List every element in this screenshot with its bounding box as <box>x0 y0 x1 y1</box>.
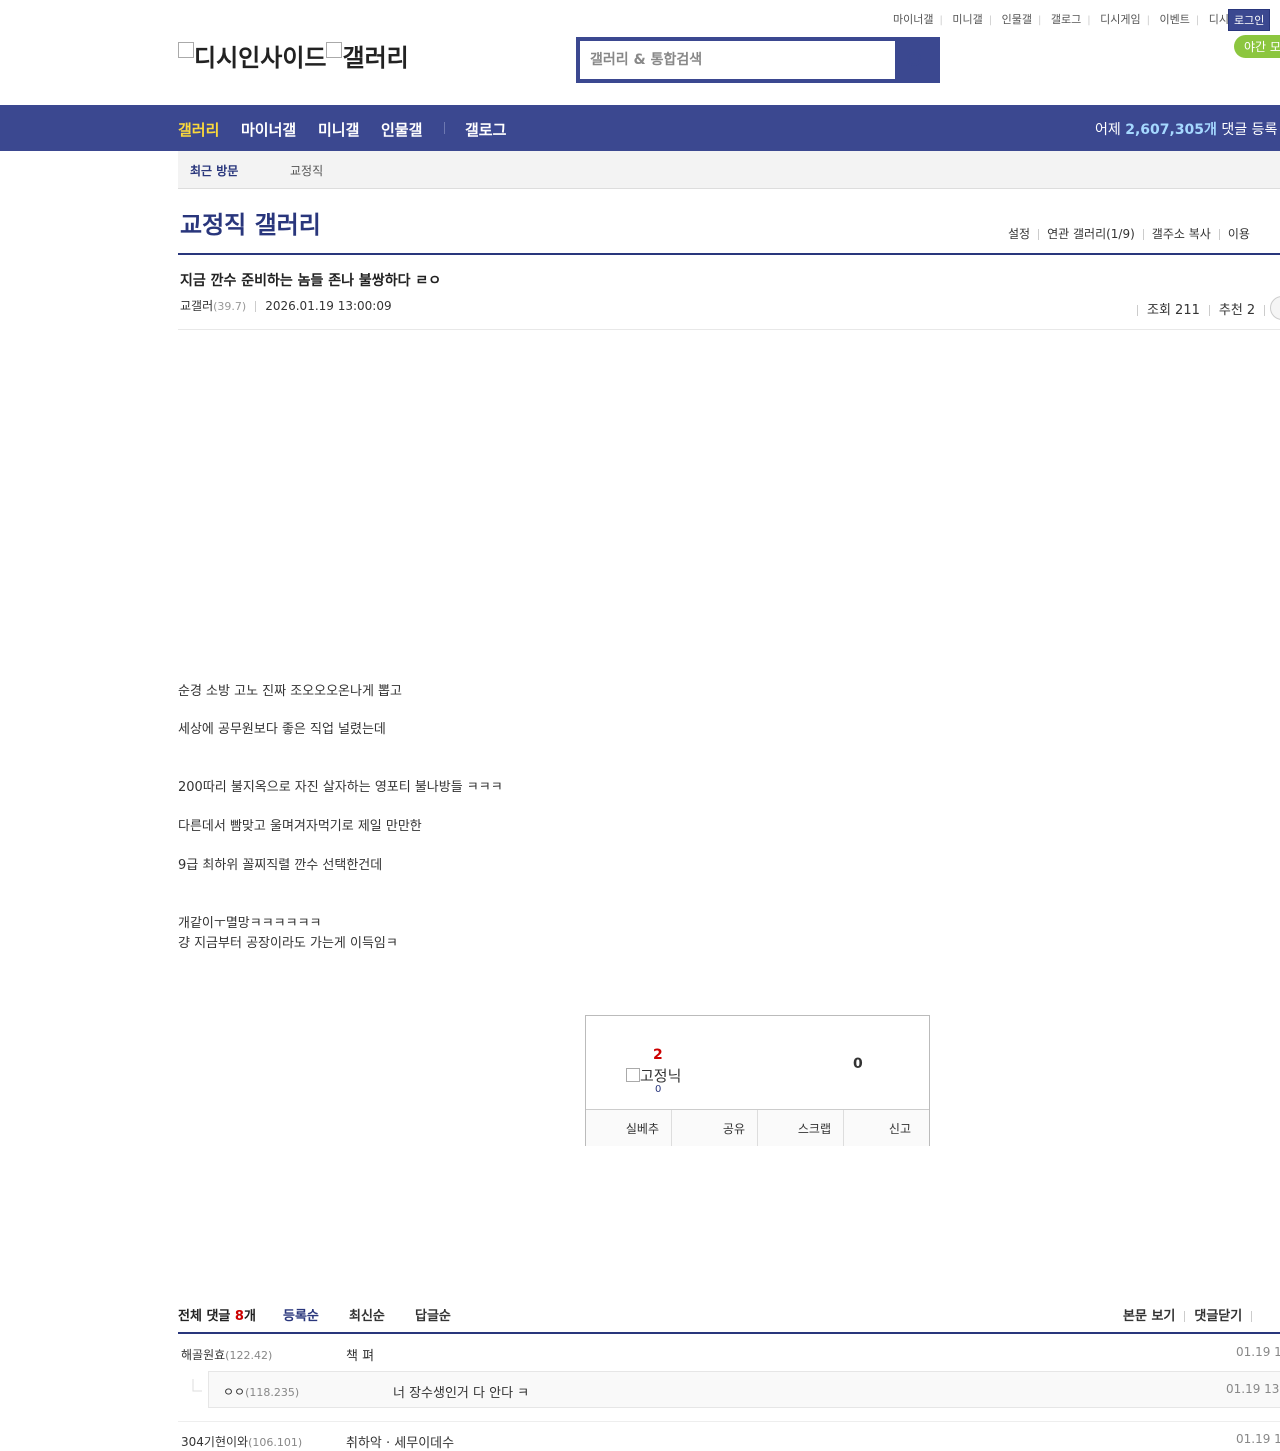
post-body-line: 개같이ㅜ멸망ㅋㅋㅋㅋㅋㅋ <box>178 916 322 931</box>
post-title: 지금 깐수 준비하는 놈들 존나 불쌍하다 ㄹㅇ <box>180 273 442 289</box>
post-body-line: 순경 소방 고노 진짜 조오오오온나게 뽑고 <box>178 684 402 699</box>
comment-nick-text: 304기현이와 <box>181 1435 249 1449</box>
comment-ip: (106.101) <box>248 1436 303 1449</box>
logo-site-text: 디시인사이드 <box>194 44 327 72</box>
usage-link[interactable]: 이용 <box>1228 227 1250 241</box>
view-body-link[interactable]: 본문 보기 <box>1123 1309 1175 1324</box>
reply-nick-text: ㅇㅇ <box>223 1385 246 1399</box>
post-body-line: 200따리 불지옥으로 자진 살자하는 영포티 불나방들 ㅋㅋㅋ <box>178 780 503 795</box>
search-button[interactable] <box>896 41 936 79</box>
sort-registered[interactable]: 등록순 <box>283 1305 319 1324</box>
main-nav: 갤러리 마이너갤 미니갤 인물갤 갤로그 어제 2,607,305개 댓글 등록 <box>0 105 1280 151</box>
nav-item-minor[interactable]: 마이너갤 <box>241 119 296 140</box>
top-link-event[interactable]: 이벤트 <box>1153 13 1195 26</box>
recommend-up-count: 2 <box>653 1047 663 1063</box>
fixed-nick-recommend-button[interactable]: 고정닉 <box>626 1065 681 1086</box>
reply-nick[interactable]: ㅇㅇ(118.235) <box>223 1383 299 1400</box>
comment-stats: 어제 2,607,305개 댓글 등록 <box>1095 119 1277 139</box>
post-stats: 조회 211 추천 2 <box>1128 299 1274 318</box>
title-divider <box>178 253 1280 255</box>
top-link-mini[interactable]: 미니갤 <box>946 13 988 26</box>
nav-divider <box>444 122 445 134</box>
comment-nick-text: 해골원효 <box>181 1348 226 1362</box>
comments-count: 8 <box>234 1309 244 1324</box>
comment-ip: (122.42) <box>225 1349 273 1362</box>
sort-latest[interactable]: 최신순 <box>349 1305 385 1324</box>
share-button[interactable]: 공유 <box>672 1110 758 1146</box>
nav-item-person[interactable]: 인물갤 <box>381 119 422 140</box>
stats-suffix: 댓글 등록 <box>1221 122 1278 138</box>
reply-text: 너 장수생인거 다 안다 ㅋ <box>393 1386 530 1401</box>
top-link-game[interactable]: 디시게임 <box>1094 13 1146 26</box>
comments-header: 전체 댓글 8개 <box>178 1305 256 1324</box>
sort-replies[interactable]: 답글순 <box>415 1305 451 1324</box>
copy-address-link[interactable]: 갤주소 복사 <box>1152 227 1211 241</box>
stats-prefix: 어제 <box>1095 122 1121 138</box>
post-date: 2026.01.19 13:00:09 <box>265 299 392 313</box>
recommend-box: 2 고정닉 0 0 실베추 공유 스크랩 신고 <box>585 1015 930 1146</box>
post-body-line: 9급 최하위 꼴찌직렬 깐수 선택한건데 <box>178 858 383 873</box>
recent-visits: 최근 방문 교정직 <box>178 151 1280 189</box>
top-link-person[interactable]: 인물갤 <box>996 13 1038 26</box>
comment-date: 01.19 13 <box>1236 1432 1280 1446</box>
gallery-menu: 설정 연관 갤러리(1/9) 갤주소 복사 이용 <box>1008 225 1250 242</box>
search-input[interactable]: 갤러리 & 통합검색 <box>580 41 895 79</box>
settings-link[interactable]: 설정 <box>1008 227 1030 241</box>
related-gallery-link[interactable]: 연관 갤러리(1/9) <box>1047 227 1135 241</box>
top-link-gallog[interactable]: 갤로그 <box>1045 13 1087 26</box>
scrap-button[interactable]: 스크랩 <box>758 1110 844 1146</box>
post-body-line: 세상에 공무원보다 좋은 직업 널렸는데 <box>178 722 386 737</box>
fixed-nick-count: 0 <box>655 1084 662 1095</box>
top-link-minor[interactable]: 마이너갤 <box>893 13 939 26</box>
post-header-divider <box>178 329 1280 330</box>
best-recommend-button[interactable]: 실베추 <box>586 1110 672 1146</box>
comment-nick[interactable]: 304기현이와(106.101) <box>181 1433 302 1450</box>
broken-image-icon <box>326 42 343 58</box>
nav-item-mini[interactable]: 미니갤 <box>318 119 359 140</box>
recommend-down-count: 0 <box>853 1056 863 1072</box>
site-logo[interactable]: 디시인사이드 갤러리 <box>178 38 409 73</box>
fixed-nick-label: 고정닉 <box>640 1067 682 1085</box>
post-author[interactable]: 교갤러 <box>180 299 213 313</box>
comment-text: 취하악 · 세무이데수 <box>346 1436 455 1451</box>
recommend-action-bar: 실베추 공유 스크랩 신고 <box>586 1109 929 1146</box>
post-body-line: 다른데서 빰맞고 울며겨자먹기로 제일 만만한 <box>178 819 422 834</box>
reply-indent <box>178 1371 208 1408</box>
search-icon <box>907 52 921 66</box>
logo-section-text: 갤러리 <box>342 44 409 72</box>
top-links: 마이너갤 | 미니갤 | 인물갤 | 갤로그 | 디시게임 | 이벤트 | 디시콘 <box>893 11 1245 27</box>
comment-text: 책 펴 <box>346 1349 375 1364</box>
comments-divider <box>178 1332 1280 1334</box>
post-recommend: 추천 2 <box>1218 303 1256 318</box>
post-views: 조회 211 <box>1147 303 1200 318</box>
night-mode-button[interactable]: 야간 모드 <box>1234 35 1280 58</box>
close-comments-link[interactable]: 댓글닫기 <box>1194 1309 1242 1324</box>
comments-right-menu: 본문 보기 댓글닫기 <box>1123 1305 1261 1324</box>
post-author-ip: (39.7) <box>213 300 247 313</box>
broken-image-icon <box>178 42 194 58</box>
search-box: 갤러리 & 통합검색 <box>576 37 940 83</box>
report-button[interactable]: 신고 <box>844 1110 929 1146</box>
post-body-line: 걍 지금부터 공장이라도 가는게 이득임ㅋ <box>178 936 398 951</box>
stats-value: 2,607,305개 <box>1125 122 1217 138</box>
nav-item-gallog[interactable]: 갤로그 <box>465 119 506 140</box>
reply-ip: (118.235) <box>245 1386 300 1399</box>
recent-gallery-link[interactable]: 교정직 <box>290 162 323 179</box>
reply-arrow-icon <box>192 1379 202 1392</box>
comment-date: 01.19 13 <box>1236 1345 1280 1359</box>
comments-header-label: 전체 댓글 <box>178 1309 231 1324</box>
broken-image-icon <box>626 1068 640 1082</box>
recent-label[interactable]: 최근 방문 <box>190 162 238 179</box>
comment-divider <box>178 1421 1280 1422</box>
nav-item-gallery[interactable]: 갤러리 <box>178 119 219 140</box>
comment-nick[interactable]: 해골원효(122.42) <box>181 1346 272 1363</box>
gallery-title[interactable]: 교정직 갤러리 <box>180 205 321 240</box>
comments-count-suffix: 개 <box>243 1309 256 1324</box>
reply-date: 01.19 13:0 <box>1226 1382 1280 1396</box>
post-meta: 교갤러(39.7) 2026.01.19 13:00:09 <box>180 297 392 314</box>
reply-row <box>208 1371 1280 1408</box>
login-button[interactable]: 로그인 <box>1228 9 1271 31</box>
